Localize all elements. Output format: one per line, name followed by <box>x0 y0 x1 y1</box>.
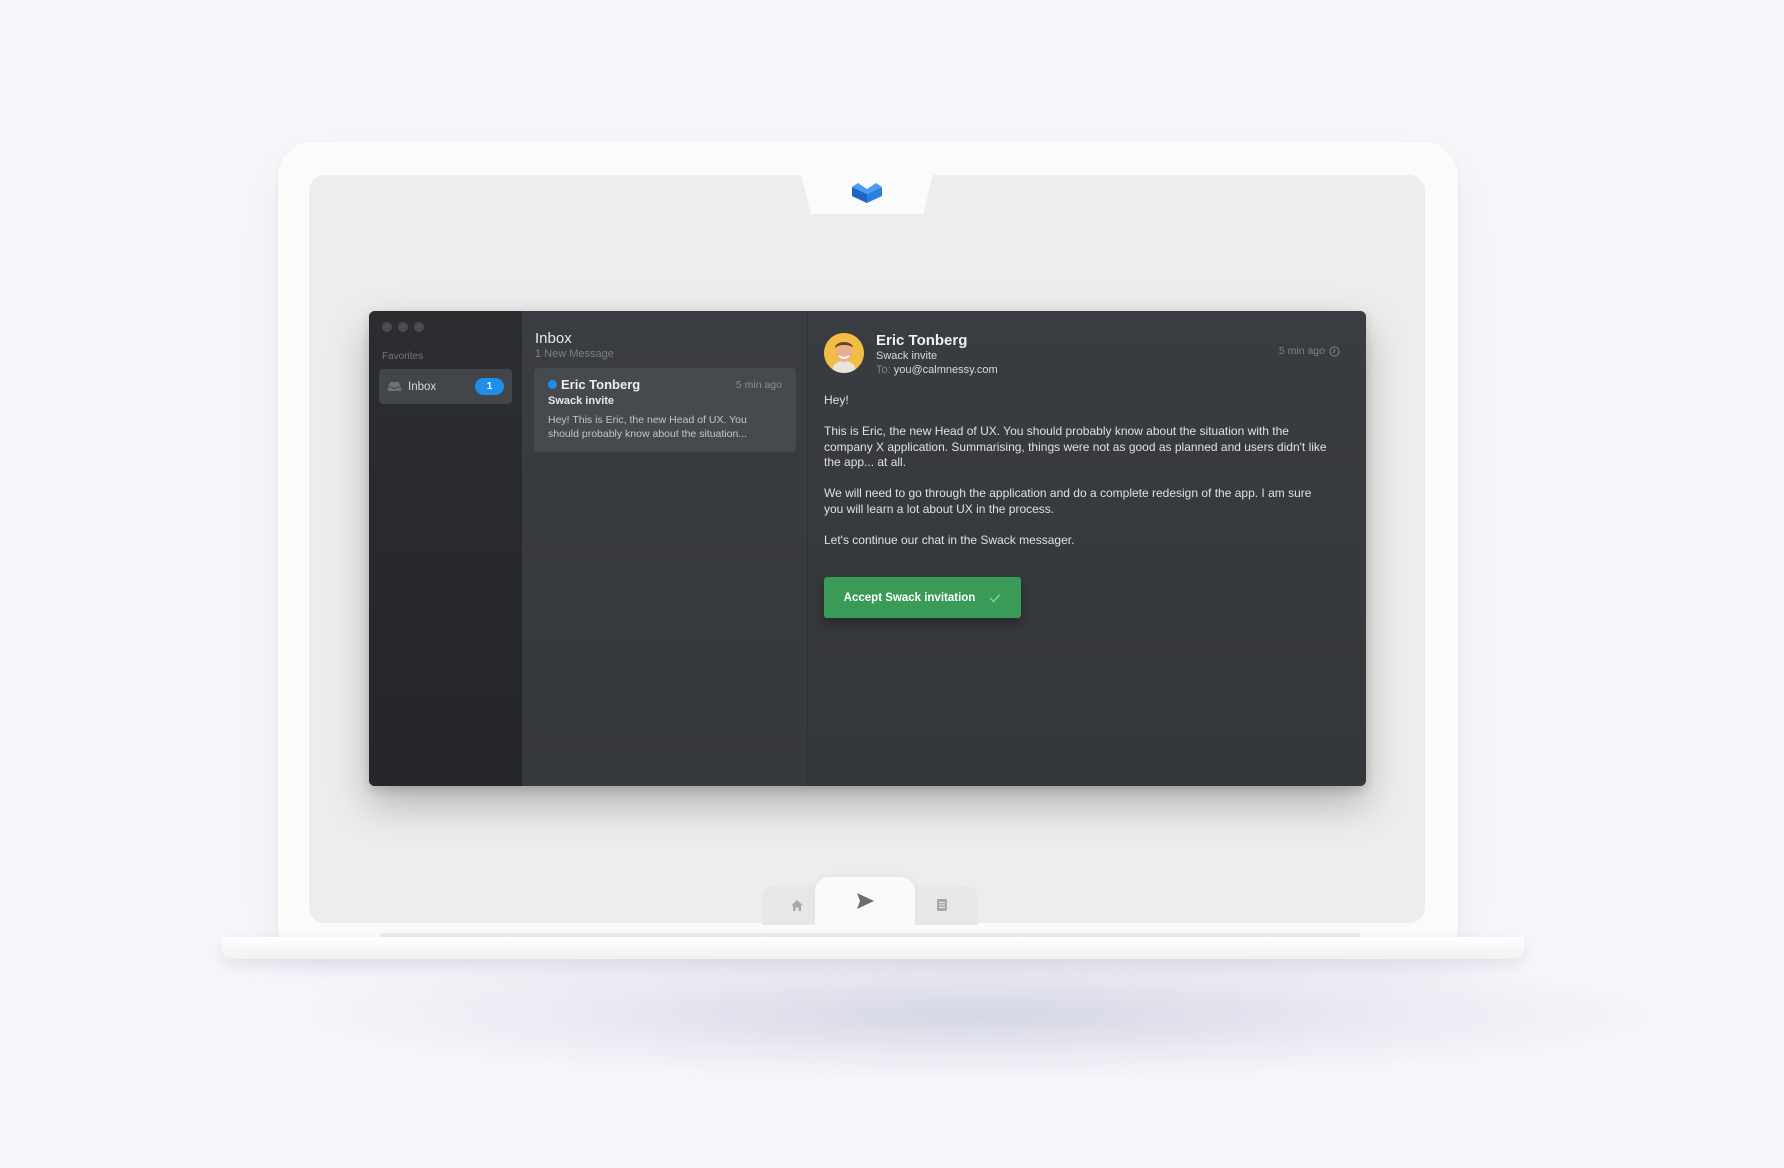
laptop-base <box>222 937 1524 959</box>
laptop-floor-shadow <box>300 950 1660 1080</box>
inbox-tray-icon <box>388 382 401 391</box>
message-list-pane: Inbox 1 New Message Eric Tonberg 5 min a… <box>522 311 808 786</box>
email-paragraph: This is Eric, the new Head of UX. You sh… <box>824 424 1327 469</box>
received-time-text: 5 min ago <box>1278 345 1325 357</box>
unread-count-badge: 1 <box>475 378 504 395</box>
minimize-window-button[interactable] <box>398 322 408 332</box>
open-box-logo-icon <box>852 183 882 203</box>
send-icon <box>857 893 874 909</box>
sidebar-item-label: Inbox <box>408 380 437 393</box>
message-preview: Hey! This is Eric, the new Head of UX. Y… <box>548 413 782 441</box>
unread-dot-icon <box>548 380 557 389</box>
checkmark-icon <box>989 593 1001 602</box>
to-label: To: <box>876 364 891 376</box>
window-controls <box>382 322 424 332</box>
dock-tab-documents[interactable] <box>906 885 978 925</box>
message-preview-line: should probably know about the situation… <box>548 428 748 440</box>
list-subtitle: 1 New Message <box>535 348 614 360</box>
list-title: Inbox <box>535 330 572 347</box>
home-icon <box>791 899 803 911</box>
person-avatar-icon <box>824 333 864 373</box>
maximize-window-button[interactable] <box>414 322 424 332</box>
dock-tab-send[interactable] <box>815 877 915 925</box>
message-sender: Eric Tonberg <box>561 377 641 392</box>
sender-name: Eric Tonberg <box>876 332 968 349</box>
close-window-button[interactable] <box>382 322 392 332</box>
sidebar: Favorites Inbox 1 <box>369 311 522 786</box>
accept-invitation-label: Accept Swack invitation <box>843 591 976 604</box>
message-time: 5 min ago <box>735 378 782 391</box>
favorites-heading: Favorites <box>382 351 424 362</box>
accept-invitation-button[interactable]: Accept Swack invitation <box>824 577 1021 618</box>
received-time: 5 min ago <box>1279 345 1340 357</box>
avatar <box>824 333 864 373</box>
recipient-address[interactable]: you@calmnessy.com <box>894 364 998 376</box>
message-preview-line: Hey! This is Eric, the new Head of UX. Y… <box>548 414 747 426</box>
email-paragraph: Let's continue our chat in the Swack mes… <box>824 532 1075 547</box>
document-icon <box>937 899 947 911</box>
sidebar-item-inbox[interactable]: Inbox 1 <box>379 369 512 404</box>
email-subject: Swack invite <box>876 350 938 362</box>
message-reader-pane: Eric Tonberg Swack invite To: you@calmne… <box>808 311 1366 786</box>
message-subject: Swack invite <box>548 395 615 407</box>
email-paragraph: Hey! <box>824 393 849 407</box>
clock-icon <box>1329 345 1340 357</box>
list-item[interactable]: Eric Tonberg 5 min ago Swack invite Hey!… <box>534 368 796 452</box>
email-body: Hey! This is Eric, the new Head of UX. Y… <box>824 393 1334 564</box>
email-paragraph: We will need to go through the applicati… <box>824 486 1312 516</box>
recipient-line: To: you@calmnessy.com <box>876 364 998 376</box>
mail-app-window: Favorites Inbox 1 Inbox 1 New Message Er… <box>369 311 1366 786</box>
